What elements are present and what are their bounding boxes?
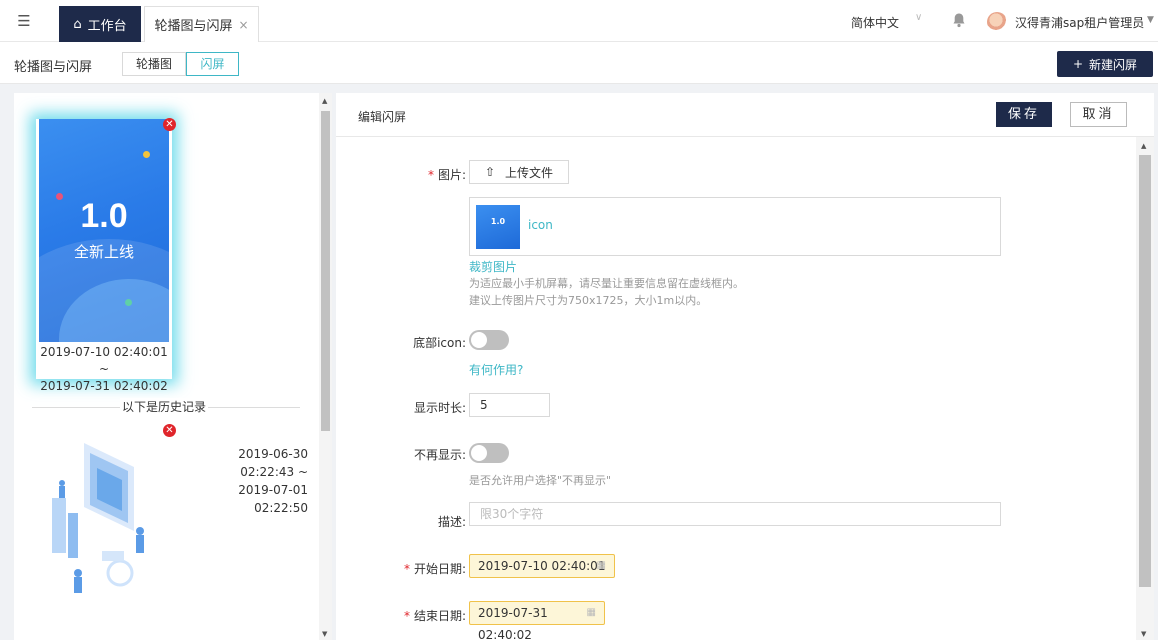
crop-image-link[interactable]: 裁剪图片: [469, 258, 517, 275]
image-hint-line2: 建议上传图片尺寸为750x1725，大小1m以内。: [469, 294, 708, 307]
end-date-picker[interactable]: 2019-07-31 02:40:02 ▦: [469, 601, 605, 640]
calendar-icon: ▦: [586, 607, 596, 618]
chevron-down-icon[interactable]: ∨: [915, 12, 922, 23]
bottom-icon-toggle[interactable]: [469, 330, 509, 350]
right-scrollbar[interactable]: ▲ ▼: [1136, 137, 1154, 640]
menu-toggle-icon[interactable]: ☰: [14, 11, 34, 31]
splash-date-range: 2019-07-10 02:40:01 ~ 2019-07-31 02:40:0…: [36, 344, 172, 395]
segment-splash[interactable]: 闪屏: [186, 52, 239, 76]
bottom-icon-label: 底部icon:: [413, 336, 466, 350]
user-menu-chevron-icon[interactable]: ▼: [1147, 15, 1154, 25]
left-scrollbar[interactable]: ▲ ▼: [319, 93, 332, 640]
decor-dot: [143, 151, 150, 158]
end-date-label: * 结束日期:: [403, 609, 466, 623]
right-scrollbar-thumb[interactable]: [1139, 155, 1151, 587]
history-label: 以下是历史记录: [120, 398, 209, 415]
image-hint-line1: 为适应最小手机屏幕，请尽量让重要信息留在虚线框内。: [469, 277, 744, 290]
delete-current-icon[interactable]: ✕: [163, 118, 176, 131]
tab-workbench[interactable]: ⌂ 工作台: [59, 6, 141, 42]
bell-icon[interactable]: [951, 12, 967, 28]
splash-end: 2019-07-31 02:40:02: [40, 379, 168, 393]
file-thumbnail[interactable]: 1.0: [476, 205, 520, 249]
history-date-range: 2019-06-30 02:22:43 ~ 2019-07-01 02:22:5…: [182, 445, 308, 517]
language-selector[interactable]: 简体中文: [851, 14, 899, 31]
user-name[interactable]: 汉得青浦sap租户管理员: [1015, 14, 1144, 31]
image-hint: 为适应最小手机屏幕，请尽量让重要信息留在虚线框内。 建议上传图片尺寸为750x1…: [469, 275, 744, 309]
new-splash-button[interactable]: + 新建闪屏: [1057, 51, 1153, 77]
description-label: 描述:: [437, 515, 466, 529]
upload-file-label: 上传文件: [505, 165, 554, 180]
tab-carousel-splash[interactable]: 轮播图与闪屏 ×: [144, 6, 259, 42]
history-start: 2019-06-30 02:22:43 ~: [238, 447, 308, 479]
editor-header: 编辑闪屏 保存 取消: [336, 93, 1154, 137]
required-mark: *: [403, 609, 410, 623]
close-icon[interactable]: ×: [238, 18, 248, 32]
description-input[interactable]: [469, 502, 1001, 526]
history-illustration[interactable]: [42, 423, 152, 603]
plus-icon: +: [1072, 57, 1084, 71]
image-label: * 图片:: [427, 168, 466, 182]
upload-file-button[interactable]: ⇧ 上传文件: [469, 160, 569, 184]
required-mark: *: [427, 168, 434, 182]
avatar[interactable]: [987, 12, 1007, 32]
left-scrollbar-thumb[interactable]: [321, 111, 330, 431]
scroll-up-icon[interactable]: ▲: [322, 97, 329, 105]
history-end: 2019-07-01 02:22:50: [238, 483, 308, 515]
splash-list-panel: 1.0 全新上线 2019-07-10 02:40:01 ~ 2019-07-3…: [14, 93, 332, 640]
end-date-value: 2019-07-31 02:40:02: [478, 606, 548, 640]
required-mark: *: [403, 562, 410, 576]
no-show-hint: 是否允许用户选择"不再显示": [469, 474, 612, 487]
new-splash-button-label: 新建闪屏: [1089, 57, 1138, 72]
splash-thumbnail: 1.0 全新上线: [39, 119, 169, 342]
splash-caption: 全新上线: [73, 243, 134, 261]
tab-carousel-splash-label: 轮播图与闪屏: [154, 19, 233, 34]
home-icon: ⌂: [73, 16, 82, 32]
page-title: 轮播图与闪屏: [14, 60, 93, 75]
start-date-picker[interactable]: 2019-07-10 02:40:01 ▦: [469, 554, 615, 578]
edit-splash-panel: 编辑闪屏 保存 取消 * 图片: ⇧ 上传文件 1.0 icon 裁剪图片 为适应…: [336, 93, 1154, 640]
no-show-toggle[interactable]: [469, 443, 509, 463]
no-show-label: 不再显示:: [413, 448, 466, 462]
cancel-button[interactable]: 取消: [1070, 102, 1127, 127]
tab-workbench-label: 工作台: [87, 18, 127, 34]
splash-start: 2019-07-10 02:40:01 ~: [40, 345, 168, 376]
editor-title: 编辑闪屏: [358, 110, 407, 124]
delete-history-icon[interactable]: ✕: [163, 424, 176, 437]
duration-label: 显示时长:: [413, 401, 466, 415]
what-for-link[interactable]: 有何作用?: [469, 361, 523, 378]
scroll-down-icon[interactable]: ▼: [1141, 630, 1146, 638]
start-date-label: * 开始日期:: [403, 562, 466, 576]
scroll-down-icon[interactable]: ▼: [322, 630, 329, 638]
start-date-value: 2019-07-10 02:40:01: [478, 559, 606, 573]
file-name-link[interactable]: icon: [528, 218, 553, 232]
upload-icon: ⇧: [484, 165, 496, 179]
calendar-icon: ▦: [596, 560, 606, 571]
splash-version-text: 1.0: [80, 197, 128, 235]
save-button[interactable]: 保存: [996, 102, 1052, 127]
decor-dot: [125, 299, 132, 306]
uploaded-file-item: 1.0 icon: [469, 197, 1001, 256]
top-bar: ☰ ⌂ 工作台 轮播图与闪屏 × 简体中文 ∨ 汉得青浦sap租户管理员 ▼: [0, 0, 1158, 42]
sub-header: 轮播图与闪屏 轮播图 闪屏 + 新建闪屏: [0, 42, 1158, 84]
segment-carousel[interactable]: 轮播图: [122, 52, 186, 76]
duration-input[interactable]: [469, 393, 550, 417]
splash-card-current[interactable]: 1.0 全新上线 2019-07-10 02:40:01 ~ 2019-07-3…: [36, 119, 172, 393]
scroll-up-icon[interactable]: ▲: [1141, 142, 1146, 150]
